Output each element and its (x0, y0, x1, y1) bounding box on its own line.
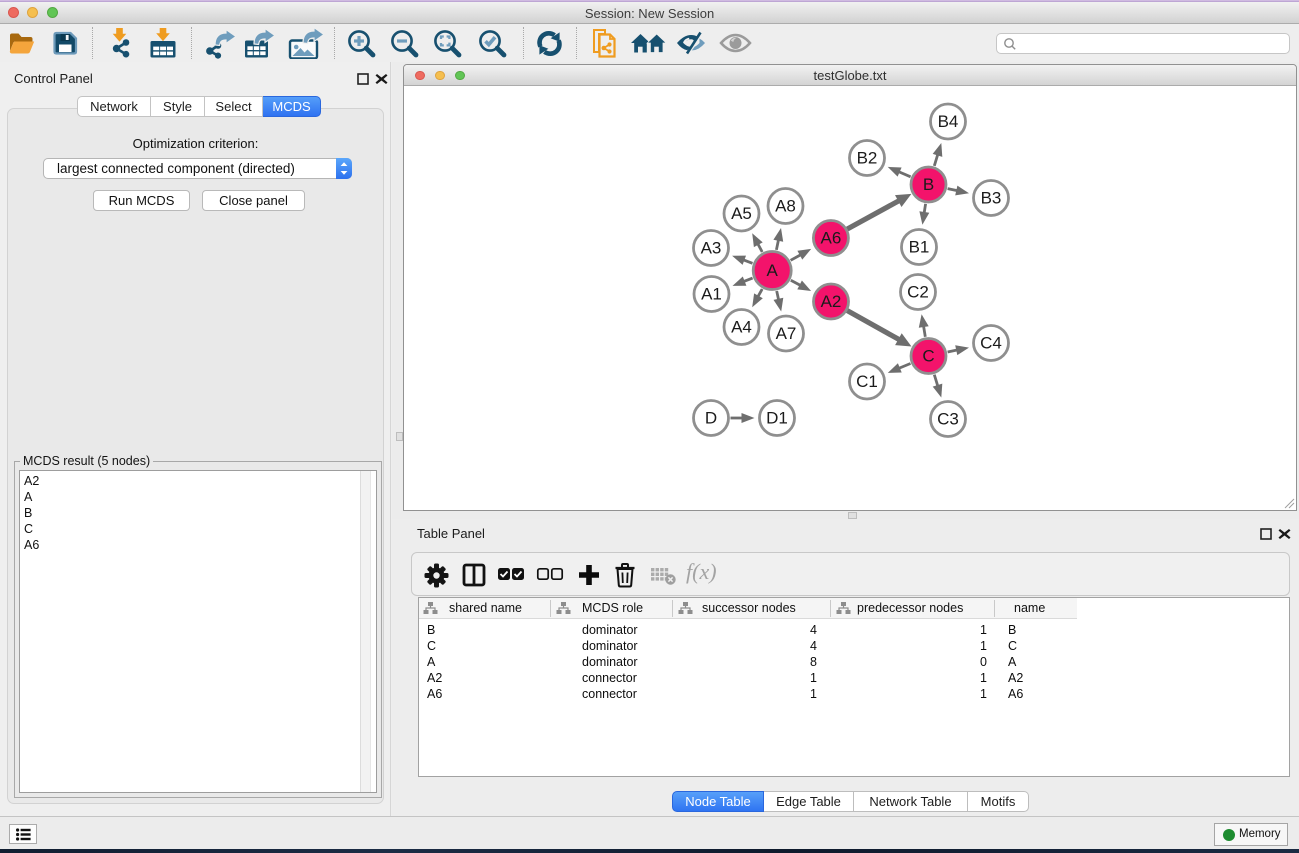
svg-text:A: A (767, 261, 779, 280)
svg-text:B: B (923, 175, 934, 194)
svg-text:C2: C2 (907, 283, 929, 302)
svg-text:C: C (922, 347, 934, 366)
svg-text:A4: A4 (731, 318, 752, 337)
svg-text:B3: B3 (981, 189, 1002, 208)
svg-text:C1: C1 (856, 372, 878, 391)
svg-text:A6: A6 (821, 229, 842, 248)
svg-text:B4: B4 (938, 112, 959, 131)
svg-text:A3: A3 (701, 239, 722, 258)
svg-text:A7: A7 (776, 324, 797, 343)
svg-text:A5: A5 (731, 204, 752, 223)
svg-text:B1: B1 (909, 238, 930, 257)
svg-text:A1: A1 (701, 285, 722, 304)
svg-text:C4: C4 (980, 334, 1002, 353)
svg-text:D1: D1 (766, 409, 788, 428)
svg-text:D: D (705, 409, 717, 428)
svg-text:B2: B2 (857, 149, 878, 168)
svg-text:C3: C3 (937, 410, 959, 429)
svg-text:A2: A2 (821, 292, 842, 311)
svg-text:A8: A8 (775, 197, 796, 216)
